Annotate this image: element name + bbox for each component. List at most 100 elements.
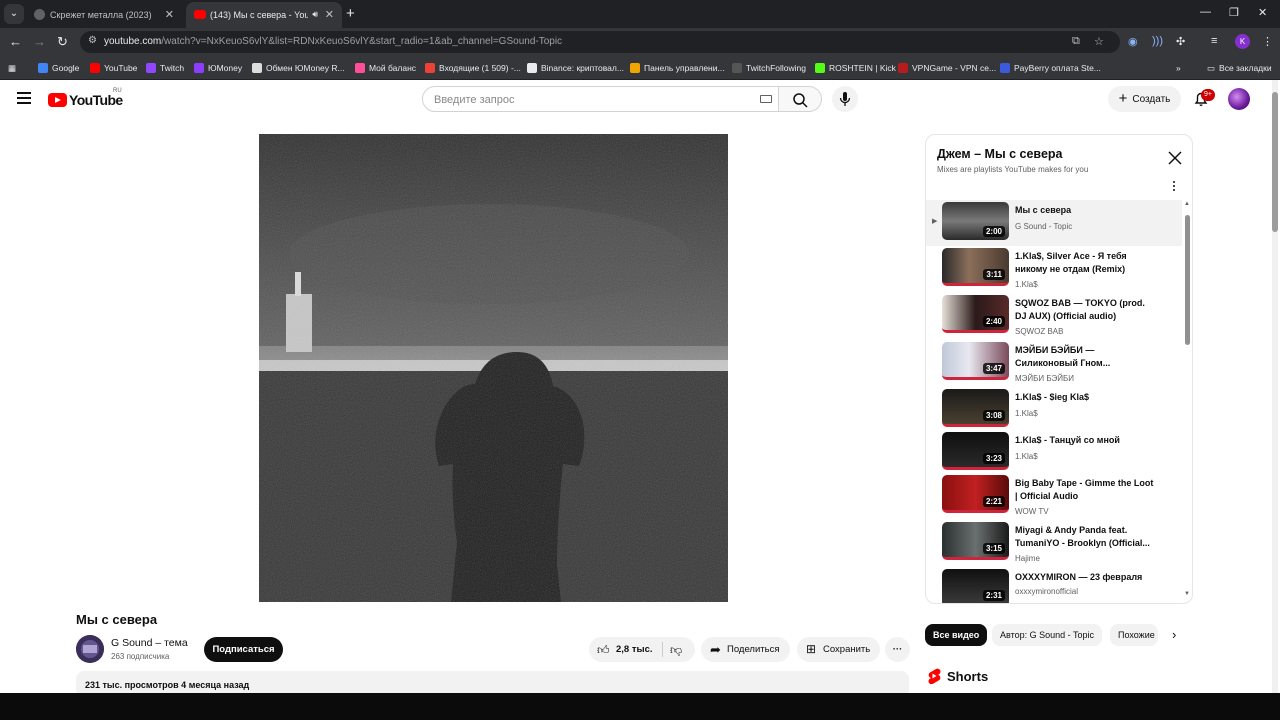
scroll-down-icon[interactable]: ▼ bbox=[1184, 591, 1190, 597]
new-tab-icon[interactable]: + bbox=[346, 5, 355, 22]
bookmark-twitchfollowing[interactable]: TwitchFollowing bbox=[732, 61, 806, 75]
bookmark-gmail[interactable]: Входящие (1 509) -... bbox=[425, 61, 521, 75]
search-input[interactable]: Введите запрос bbox=[434, 94, 514, 106]
search-box[interactable]: Введите запрос bbox=[422, 86, 779, 112]
bookmark-twitch[interactable]: Twitch bbox=[146, 61, 184, 75]
bookmark-vpngame[interactable]: VPNGame - VPN се... bbox=[898, 61, 996, 75]
save-button[interactable]: ⊞ Сохранить bbox=[797, 637, 880, 662]
chip-all-videos[interactable]: Все видео bbox=[925, 624, 988, 646]
thumbnail: 2:00 bbox=[942, 202, 1009, 240]
bookmark-panel[interactable]: Панель управлени... bbox=[630, 61, 725, 75]
keyboard-icon[interactable] bbox=[760, 95, 772, 103]
minimize-icon[interactable]: — bbox=[1200, 6, 1211, 18]
voice-search-button[interactable] bbox=[832, 86, 858, 112]
profile-avatar[interactable]: K bbox=[1235, 34, 1250, 49]
views-and-date: 231 тыс. просмотров 4 месяца назад bbox=[85, 680, 250, 690]
tab-youtube[interactable]: (143) Мы с севера - YouTube 🔊︎ ✕ bbox=[186, 2, 342, 28]
item-author: WOW TV bbox=[1015, 507, 1049, 516]
playlist-item-2[interactable]: 3:11 1.Kla$, Silver Ace - Я тебя никому … bbox=[926, 246, 1182, 292]
site-info-icon[interactable]: ⚙ bbox=[88, 35, 97, 46]
chips-next-icon[interactable]: › bbox=[1172, 627, 1176, 642]
playlist-item-5[interactable]: 3:08 1.Kla$ - $ieg Kla$ 1.Kla$ bbox=[926, 387, 1182, 433]
extension-vpn-icon[interactable]: ◉ bbox=[1128, 35, 1138, 48]
playlist-item-8[interactable]: 3:15 Miyagi & Andy Panda feat. TumaniYO … bbox=[926, 520, 1182, 566]
restore-icon[interactable]: ❐ bbox=[1229, 6, 1239, 19]
browser-menu-icon[interactable]: ⋮ bbox=[1262, 35, 1273, 48]
scroll-up-icon[interactable]: ▲ bbox=[1184, 201, 1190, 207]
item-author: МЭЙБИ БЭЙБИ bbox=[1015, 374, 1075, 383]
item-author: 1.Kla$ bbox=[1015, 452, 1038, 461]
playlist-item-1[interactable]: ▶ 2:00 Мы с севера G Sound - Topic bbox=[926, 200, 1182, 246]
tab-search-chevron-icon[interactable]: ⌄ bbox=[4, 4, 24, 24]
tab-title: Скрежет металла (2023) bbox=[50, 10, 152, 20]
description-box[interactable]: 231 тыс. просмотров 4 месяца назад bbox=[76, 671, 909, 693]
item-author: 1.Kla$ bbox=[1015, 280, 1038, 289]
playlist-item-4[interactable]: 3:47 МЭЙБИ БЭЙБИ — Силиконовый Гном... М… bbox=[926, 340, 1182, 386]
apps-grid-icon[interactable]: ▦ bbox=[8, 61, 16, 75]
shorts-header[interactable]: Shorts bbox=[927, 668, 988, 684]
playlist-more-icon[interactable] bbox=[1173, 181, 1177, 193]
forward-icon[interactable]: → bbox=[33, 34, 46, 49]
back-icon[interactable]: ← bbox=[9, 34, 22, 49]
item-title: OXXXYMIRON — 23 февраля bbox=[1015, 572, 1143, 582]
tab-metal[interactable]: Скрежет металла (2023) ✕ bbox=[26, 2, 182, 28]
close-tab-icon[interactable]: ✕ bbox=[325, 8, 334, 21]
window-close-icon[interactable]: ✕ bbox=[1258, 6, 1267, 19]
more-actions-icon[interactable]: ··· bbox=[885, 637, 910, 662]
bookmark-google[interactable]: Google bbox=[38, 61, 79, 75]
subscribe-button[interactable]: Подписаться bbox=[204, 637, 283, 662]
media-control-icon[interactable]: ≡ bbox=[1211, 35, 1217, 47]
gmail-icon bbox=[425, 63, 435, 73]
all-bookmarks-folder[interactable]: ▭ Все закладки bbox=[1207, 61, 1272, 75]
search-button[interactable] bbox=[779, 86, 822, 112]
like-icon[interactable]: 👍︎ bbox=[597, 643, 610, 658]
dislike-icon[interactable]: 👎︎ bbox=[670, 643, 682, 658]
playlist-item-7[interactable]: 2:21 Big Baby Tape - Gimme the Loot | Of… bbox=[926, 473, 1182, 519]
close-icon[interactable] bbox=[1168, 151, 1182, 165]
bookmark-youtube[interactable]: YouTube bbox=[90, 61, 137, 75]
bookmark-yumoney[interactable]: ЮMoney bbox=[194, 61, 242, 75]
cast-icon[interactable]: ⧉ bbox=[1072, 35, 1080, 48]
channel-name[interactable]: G Sound – тема bbox=[111, 637, 188, 649]
globe-icon bbox=[34, 9, 45, 20]
item-title: 1.Kla$ - $ieg Kla$ bbox=[1015, 392, 1090, 402]
thumbnail: 2:40 bbox=[942, 295, 1009, 333]
youtube-page: YouTube RU Введите запрос + Создать 9+ М… bbox=[0, 80, 1280, 693]
video-player[interactable] bbox=[259, 134, 728, 602]
bookmark-payberry[interactable]: PayBerry оплата Ste... bbox=[1000, 61, 1101, 75]
bookmark-kick[interactable]: ROSHTEIN | Kick bbox=[815, 61, 896, 75]
url-text[interactable]: youtube.com/watch?v=NxKeuoS6vlY&list=RDN… bbox=[104, 36, 562, 47]
thumbnail: 3:11 bbox=[942, 248, 1009, 286]
address-bar[interactable]: ⚙ youtube.com/watch?v=NxKeuoS6vlY&list=R… bbox=[80, 31, 1120, 53]
bookmark-binance[interactable]: Binance: криптовал... bbox=[527, 61, 624, 75]
extension-audio-icon[interactable]: ))) bbox=[1152, 35, 1163, 47]
share-button[interactable]: ➦ Поделиться bbox=[701, 637, 790, 662]
extensions-puzzle-icon[interactable]: ✣ bbox=[1176, 35, 1185, 48]
bookmark-balance[interactable]: Мой баланс bbox=[355, 61, 416, 75]
bookmark-star-icon[interactable]: ☆ bbox=[1094, 35, 1104, 48]
bookmark-exchange[interactable]: Обмен ЮMoney R... bbox=[252, 61, 345, 75]
playlist-scrollbar[interactable] bbox=[1185, 215, 1190, 345]
reload-icon[interactable]: ↻ bbox=[57, 34, 68, 50]
browser-toolbar: ← → ↻ ⚙ youtube.com/watch?v=NxKeuoS6vlY&… bbox=[0, 28, 1280, 56]
playlist-item-9[interactable]: 2:31 OXXXYMIRON — 23 февраля oxxxymirono… bbox=[926, 567, 1182, 603]
close-tab-icon[interactable]: ✕ bbox=[165, 8, 174, 21]
create-button[interactable]: + Создать bbox=[1108, 86, 1181, 112]
search-icon bbox=[793, 93, 808, 108]
more-bookmarks-icon[interactable]: » bbox=[1176, 61, 1181, 75]
account-avatar[interactable] bbox=[1228, 88, 1250, 110]
channel-avatar[interactable] bbox=[76, 635, 104, 663]
chip-related[interactable]: Похожие bbox=[1110, 624, 1158, 646]
playlist-item-3[interactable]: 2:40 SQWOZ BAB — TOKYO (prod. DJ AUX) (O… bbox=[926, 293, 1182, 339]
notification-badge: 9+ bbox=[1201, 89, 1215, 101]
duration: 2:21 bbox=[982, 496, 1005, 507]
youtube-logo[interactable]: YouTube RU bbox=[48, 88, 123, 108]
chip-author[interactable]: Автор: G Sound - Topic bbox=[992, 624, 1102, 646]
menu-icon[interactable] bbox=[17, 92, 31, 107]
page-scrollbar-thumb[interactable] bbox=[1272, 92, 1278, 232]
like-count[interactable]: 2,8 тыс. bbox=[616, 644, 653, 655]
speaker-icon[interactable]: 🔊︎ bbox=[312, 9, 318, 20]
create-label: Создать bbox=[1132, 93, 1171, 105]
twitch-icon bbox=[146, 63, 156, 73]
playlist-item-6[interactable]: 3:23 1.Kla$ - Танцуй со мной 1.Kla$ bbox=[926, 430, 1182, 476]
